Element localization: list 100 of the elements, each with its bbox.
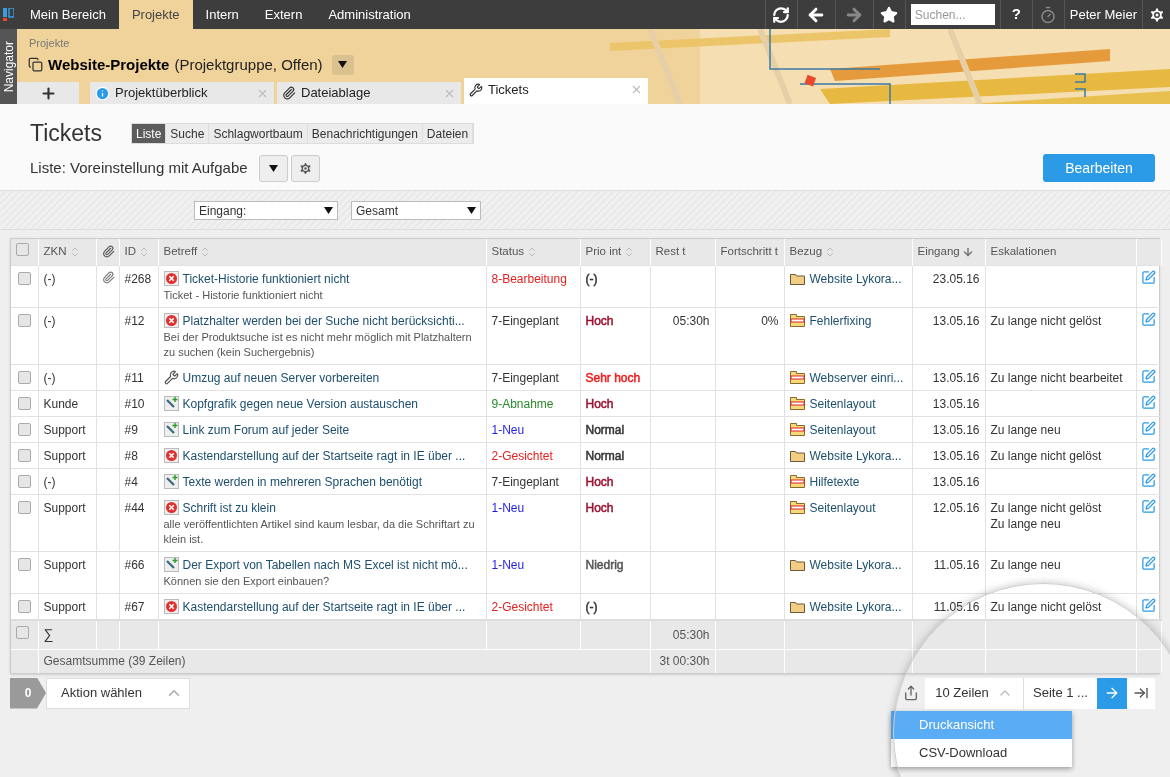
view-tab[interactable]: Benachrichtigungen (307, 124, 423, 143)
document-tab[interactable]: Tickets (464, 78, 648, 104)
edit-icon[interactable] (1140, 555, 1156, 571)
last-page-button[interactable] (1127, 677, 1155, 709)
column-header[interactable]: Eingang (917, 243, 960, 261)
column-header[interactable]: Prio int (585, 243, 622, 261)
app-logo[interactable] (3, 8, 14, 21)
next-page-button[interactable] (1097, 677, 1127, 709)
ticket-link[interactable]: Kopfgrafik gegen neue Version austauschen (182, 395, 418, 412)
arrow-right-icon (1104, 685, 1120, 701)
edit-icon[interactable] (1140, 472, 1156, 488)
reference-link[interactable]: Seitenlayout (809, 395, 876, 412)
table-cell: 23.05.16 (932, 271, 980, 286)
reference-link[interactable]: Seitenlayout (809, 421, 876, 438)
view-tab[interactable]: Schlagwortbaum (209, 124, 308, 143)
ticket-link[interactable]: Schrift ist zu klein (182, 499, 276, 516)
reference-link[interactable]: Website Lykora... (809, 447, 902, 464)
caret-icon (268, 164, 278, 172)
navigator-tab[interactable]: Navigator (0, 29, 17, 104)
page-size-select[interactable]: 10 Zeilen (925, 677, 1024, 709)
edit-icon[interactable] (1140, 368, 1156, 384)
table-cell: Support (43, 422, 86, 437)
nav-tab[interactable]: Intern (192, 0, 252, 29)
arrow-to-bar-icon (1133, 685, 1149, 701)
ticket-link[interactable]: Der Export von Tabellen nach MS Excel ist nicht mö... (182, 556, 468, 573)
nav-tab[interactable]: Mein Bereich (17, 0, 119, 29)
project-dropdown[interactable] (331, 54, 354, 75)
checkbox[interactable] (17, 599, 31, 613)
edit-icon[interactable] (1140, 446, 1156, 462)
ticket-link[interactable]: Ticket-Historie funktioniert nicht (182, 270, 350, 287)
reference-link[interactable]: Hilfetexte (809, 473, 860, 490)
checkbox[interactable] (17, 474, 31, 488)
list-dropdown[interactable] (258, 154, 288, 182)
total-label: Gesamtsumme (39 Zeilen) (43, 654, 186, 669)
filter-select[interactable]: Gesamt (351, 201, 481, 220)
table-cell: Support (43, 448, 86, 463)
status-label: 2-Gesichtet (491, 448, 553, 463)
page-select[interactable]: Seite 1 ... (1024, 677, 1097, 709)
checkbox[interactable] (17, 500, 31, 514)
checkbox[interactable] (17, 422, 31, 436)
document-tab[interactable]: Projektüberblick (90, 82, 274, 104)
checkbox[interactable] (17, 396, 31, 410)
edit-icon[interactable] (1140, 394, 1156, 410)
table-cell: 13.05.16 (932, 396, 980, 411)
ticket-link[interactable]: Kastendarstellung auf der Startseite ragt in IE über ... (182, 447, 466, 464)
column-header[interactable]: Status (491, 243, 525, 261)
close-icon[interactable] (630, 83, 643, 96)
column-header[interactable]: Rest t (655, 243, 686, 261)
reference-link[interactable]: Website Lykora... (809, 556, 902, 573)
column-header[interactable]: Eskalationen (990, 243, 1057, 261)
menu-item[interactable]: CSV-Download (891, 739, 1072, 767)
edit-icon[interactable] (1140, 498, 1156, 514)
sort-icon[interactable] (138, 245, 150, 258)
status-label: 9-Abnahme (491, 396, 554, 411)
table-cell: 13.05.16 (932, 422, 980, 437)
filter-select[interactable]: Eingang: (194, 201, 338, 220)
priority-label: Hoch (585, 313, 614, 328)
caret-icon (324, 207, 333, 214)
view-tab[interactable]: Liste (132, 124, 167, 143)
nav-tab[interactable]: Administration (315, 0, 424, 29)
ticket-description: alle veröffentlichten Artikel sind kaum lesbar, da die Schriftart zu klein ist. (163, 516, 476, 547)
table-cell: (-) (43, 370, 56, 385)
edit-icon[interactable] (1140, 311, 1156, 327)
nav-tab[interactable]: Projekte (118, 0, 193, 29)
view-tab[interactable]: Dateien (422, 124, 474, 143)
edit-icon[interactable] (1140, 420, 1156, 436)
action-select[interactable]: Aktion wählen (46, 677, 190, 709)
checkbox[interactable] (17, 271, 31, 285)
search-field[interactable]: Suchen... (910, 4, 995, 25)
gear-icon (297, 160, 313, 176)
ticket-link[interactable]: Link zum Forum auf jeder Seite (182, 421, 350, 438)
checkbox[interactable] (17, 313, 31, 327)
ticket-link[interactable]: Kastendarstellung auf der Startseite ragt in IE über ... (182, 598, 466, 615)
document-tab[interactable]: Dateiablage (277, 82, 461, 104)
column-header[interactable]: Fortschritt t (720, 243, 778, 261)
checkbox[interactable] (17, 448, 31, 462)
reference-link[interactable]: Website Lykora... (809, 598, 902, 615)
reference-link[interactable]: Website Lykora... (809, 270, 902, 287)
edit-icon[interactable] (1140, 269, 1156, 285)
ticket-link[interactable]: Platzhalter werden bei der Suche nicht berücksichti... (182, 312, 465, 329)
edit-icon[interactable] (1140, 597, 1156, 613)
ticket-link[interactable]: Umzug auf neuen Server vorbereiten (182, 369, 380, 386)
column-header[interactable]: Bezug (789, 243, 823, 261)
view-tab[interactable]: Suche (166, 124, 210, 143)
table-cell: #66 (124, 557, 145, 572)
column-header[interactable]: ZKN (43, 243, 67, 261)
reference-link[interactable]: Fehlerfixing (809, 312, 872, 329)
reference-link[interactable]: Webserver einri... (809, 369, 904, 386)
checkbox[interactable] (16, 625, 29, 639)
priority-label: (-) (585, 599, 598, 614)
checkbox[interactable] (16, 242, 29, 256)
checkbox[interactable] (17, 557, 31, 571)
reference-link[interactable]: Seitenlayout (809, 499, 876, 516)
ticket-link[interactable]: Texte werden in mehreren Sprachen benötigt (182, 473, 422, 490)
checkbox[interactable] (17, 370, 31, 384)
column-header[interactable]: ID (124, 243, 136, 261)
new-tab-button[interactable] (17, 82, 79, 104)
sort-descending-icon[interactable] (961, 245, 974, 258)
column-header[interactable]: Betreff (163, 243, 198, 261)
nav-tab[interactable]: Extern (251, 0, 316, 29)
